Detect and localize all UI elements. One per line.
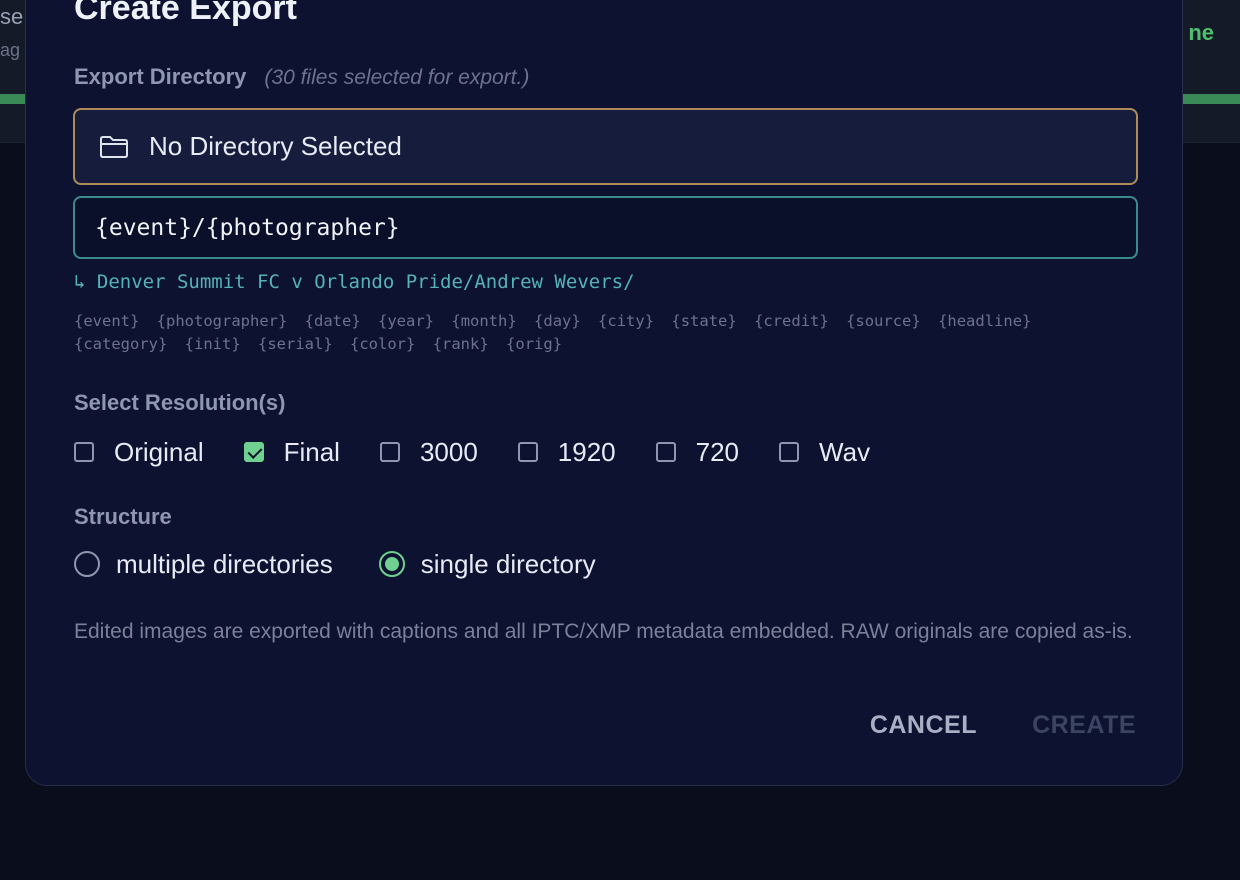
checkbox-label: 720	[695, 436, 740, 467]
select-directory-label: No Directory Selected	[149, 131, 402, 161]
token-chip[interactable]: {headline}	[938, 312, 1031, 330]
background-status-text: ne	[1188, 20, 1214, 45]
radio-button[interactable]	[74, 551, 100, 577]
create-button[interactable]: CREATE	[1032, 711, 1136, 740]
token-chip[interactable]: {credit}	[754, 312, 829, 330]
resolution-option-1920[interactable]: 1920	[517, 436, 616, 468]
checkbox-label: Wav	[819, 436, 871, 467]
resolution-label: Select Resolution(s)	[74, 390, 286, 415]
token-chip[interactable]: {event}	[74, 312, 139, 330]
checkbox-label: Original	[114, 436, 204, 467]
token-chip[interactable]: {init}	[185, 335, 241, 353]
checkbox-label: 1920	[557, 436, 616, 467]
dialog-title: Create Export	[74, 0, 297, 27]
token-chip[interactable]: {rank}	[433, 335, 489, 353]
path-pattern-input[interactable]	[73, 196, 1138, 259]
token-chip[interactable]: {date}	[305, 312, 361, 330]
token-list: {event} {photographer} {date} {year} {mo…	[74, 310, 1144, 356]
checkbox[interactable]	[379, 442, 400, 462]
structure-options: multiple directories single directory	[74, 548, 642, 580]
path-preview: ↳ Denver Summit FC v Orlando Pride/Andre…	[74, 271, 635, 293]
resolution-option-original[interactable]: Original	[74, 437, 204, 468]
resolution-option-final[interactable]: Final	[243, 436, 340, 468]
resolution-option-3000[interactable]: 3000	[379, 436, 478, 468]
structure-option-multiple[interactable]: multiple directories	[74, 549, 333, 580]
token-chip[interactable]: {day}	[534, 312, 581, 330]
token-chip[interactable]: {month}	[451, 312, 516, 330]
export-directory-label: Export Directory	[74, 64, 247, 89]
token-chip[interactable]: {orig}	[506, 335, 562, 353]
select-directory-button[interactable]: No Directory Selected	[73, 108, 1138, 185]
files-selected-hint: (30 files selected for export.)	[264, 66, 530, 89]
token-chip[interactable]: {photographer}	[157, 312, 288, 330]
checkbox-label: 3000	[419, 436, 478, 467]
token-chip[interactable]: {state}	[671, 312, 736, 330]
export-directory-header: Export Directory (30 files selected for …	[74, 64, 529, 90]
token-chip[interactable]: {year}	[378, 312, 434, 330]
checkbox-checked[interactable]	[243, 442, 264, 462]
token-chip[interactable]: {city}	[598, 312, 654, 330]
checkbox[interactable]	[655, 442, 676, 462]
resolution-option-wav[interactable]: Wav	[779, 437, 870, 468]
background-text-fragment: se	[0, 4, 24, 29]
export-note: Edited images are exported with captions…	[74, 620, 1133, 643]
checkbox-label: Final	[283, 436, 340, 467]
background-text-fragment: ag	[0, 40, 21, 60]
token-chip[interactable]: {category}	[74, 335, 167, 353]
resolution-option-720[interactable]: 720	[655, 436, 740, 468]
folder-icon	[99, 135, 129, 159]
resolution-options: Original Final 3000 1920 720 Wav	[74, 435, 910, 469]
checkbox[interactable]	[779, 442, 800, 462]
radio-label: multiple directories	[116, 548, 333, 579]
token-chip[interactable]: {source}	[846, 312, 921, 330]
cancel-button[interactable]: CANCEL	[870, 711, 977, 740]
create-export-dialog: Create Export Export Directory (30 files…	[25, 0, 1183, 786]
structure-label: Structure	[74, 504, 172, 529]
radio-button-selected[interactable]	[378, 551, 405, 577]
checkbox[interactable]	[517, 442, 538, 462]
checkbox[interactable]	[74, 442, 94, 462]
token-chip[interactable]: {color}	[350, 335, 415, 353]
radio-label: single directory	[420, 548, 596, 579]
structure-option-single[interactable]: single directory	[378, 548, 596, 580]
token-chip[interactable]: {serial}	[258, 335, 333, 353]
